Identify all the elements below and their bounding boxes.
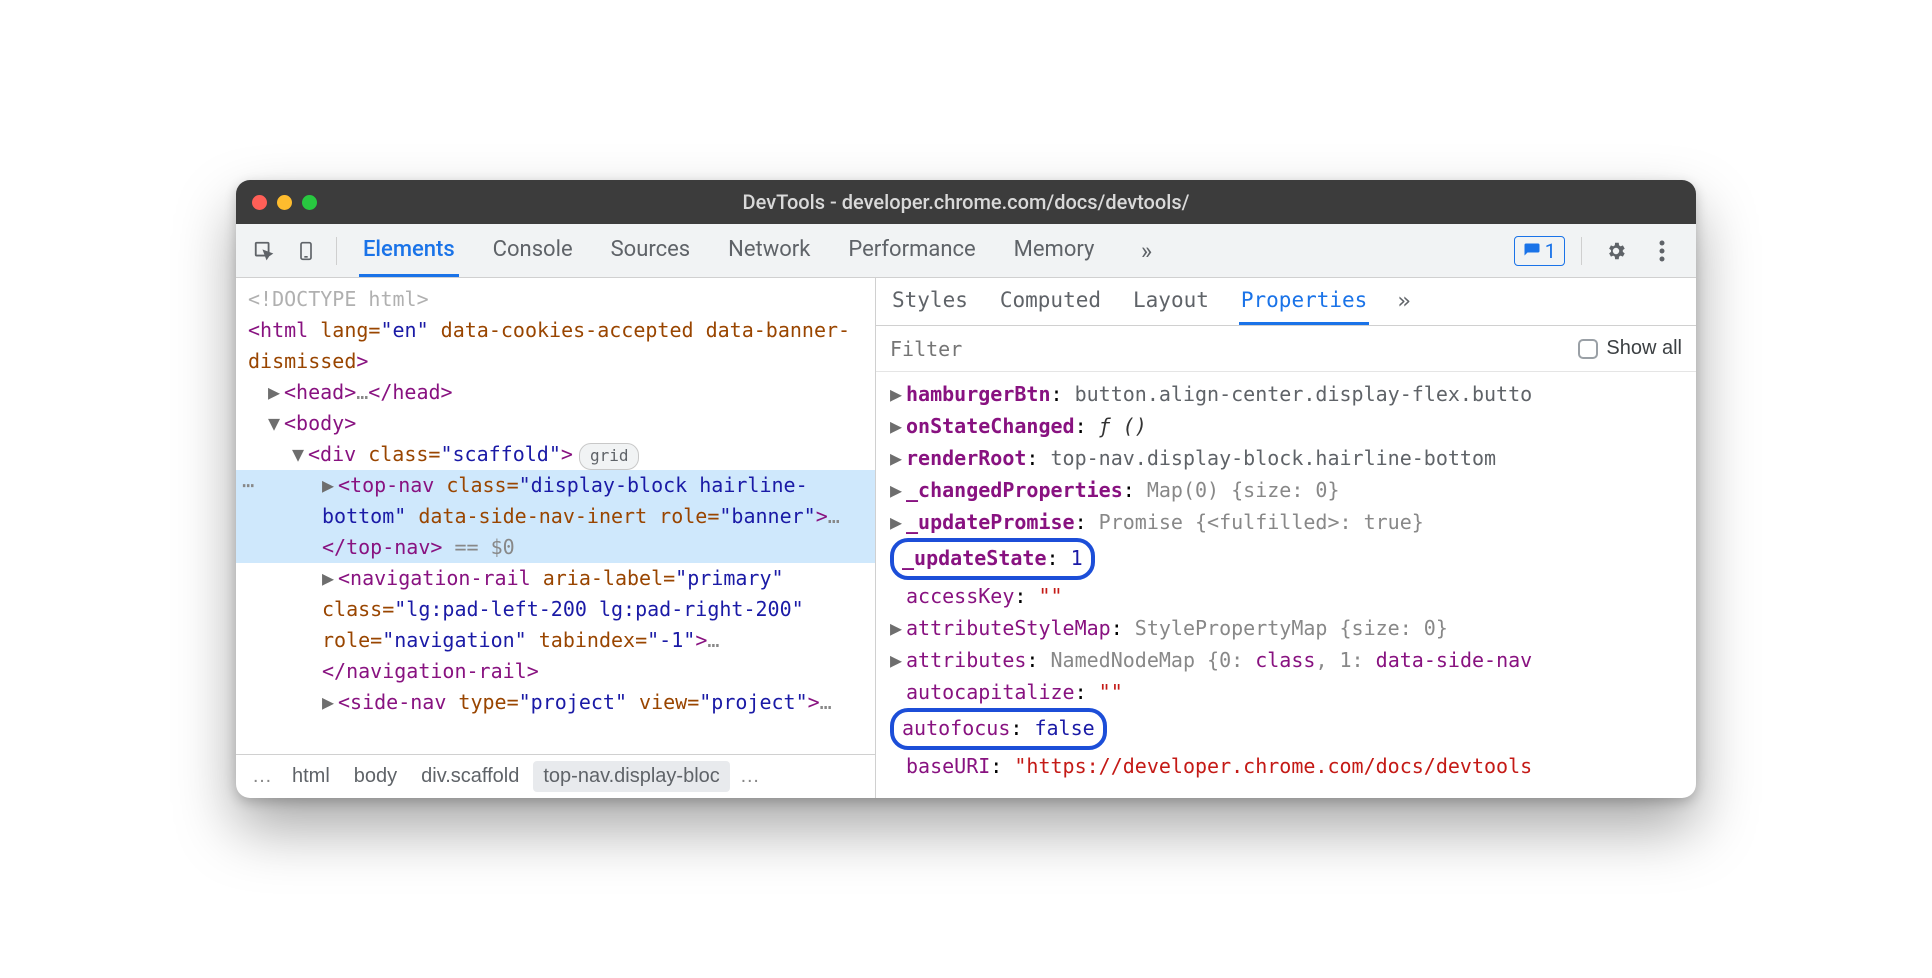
crumb-html[interactable]: html (282, 761, 340, 792)
highlight-circle: _updateState: 1 (890, 538, 1095, 580)
devtools-window: DevTools - developer.chrome.com/docs/dev… (236, 180, 1696, 798)
crumb-div-scaffold[interactable]: div.scaffold (411, 761, 529, 792)
content-area: <!DOCTYPE html> <html lang="en" data-coo… (236, 278, 1696, 798)
tab-memory[interactable]: Memory (1010, 225, 1099, 277)
dom-head[interactable]: ▶<head>…</head> (236, 377, 875, 408)
issues-count: 1 (1545, 239, 1556, 263)
main-toolbar: Elements Console Sources Network Perform… (236, 224, 1696, 278)
more-tabs-icon[interactable]: » (1128, 233, 1164, 269)
prop-hamburgerbtn[interactable]: ▶hamburgerBtn: button.align-center.displ… (876, 378, 1696, 410)
elements-panel: <!DOCTYPE html> <html lang="en" data-coo… (236, 278, 876, 798)
tab-elements[interactable]: Elements (359, 225, 459, 277)
filter-input[interactable] (890, 337, 1566, 361)
dom-doctype[interactable]: <!DOCTYPE html> (236, 284, 875, 315)
filter-bar: Show all (876, 326, 1696, 372)
subtab-styles[interactable]: Styles (890, 278, 970, 325)
close-icon[interactable] (252, 195, 267, 210)
separator (336, 237, 337, 265)
dom-div-scaffold[interactable]: ▼<div class="scaffold">grid (236, 439, 875, 470)
dom-html[interactable]: <html lang="en" data-cookies-accepted da… (236, 315, 875, 377)
settings-icon[interactable] (1598, 233, 1634, 269)
properties-list[interactable]: ▶hamburgerBtn: button.align-center.displ… (876, 372, 1696, 798)
dom-top-nav-selected[interactable]: ▶<top-nav class="display-block hairline-… (236, 470, 875, 563)
sidebar-pane: Styles Computed Layout Properties » Show… (876, 278, 1696, 798)
checkbox-icon[interactable] (1578, 339, 1598, 359)
subtab-layout[interactable]: Layout (1131, 278, 1211, 325)
prop-autocapitalize[interactable]: autocapitalize: "" (876, 676, 1696, 708)
breadcrumb: … html body div.scaffold top-nav.display… (236, 754, 875, 798)
highlight-circle: autofocus: false (890, 708, 1107, 750)
dom-navigation-rail[interactable]: ▶<navigation-rail aria-label="primary" c… (236, 563, 875, 687)
separator (1581, 237, 1582, 265)
prop-updatestate[interactable]: _updateState: 1 (876, 538, 1696, 580)
main-tabs: Elements Console Sources Network Perform… (349, 225, 1508, 277)
tab-sources[interactable]: Sources (607, 225, 695, 277)
dom-side-nav[interactable]: ▶<side-nav type="project" view="project"… (236, 687, 875, 718)
show-all-toggle[interactable]: Show all (1578, 337, 1682, 360)
window-controls (252, 195, 317, 210)
prop-updatepromise[interactable]: ▶_updatePromise: Promise {<fulfilled>: t… (876, 506, 1696, 538)
sidebar-tabs: Styles Computed Layout Properties » (876, 278, 1696, 326)
prop-attributes[interactable]: ▶attributes: NamedNodeMap {0: class, 1: … (876, 644, 1696, 676)
crumb-body[interactable]: body (344, 761, 407, 792)
maximize-icon[interactable] (302, 195, 317, 210)
inspect-icon[interactable] (246, 233, 282, 269)
breadcrumb-overflow-right[interactable]: … (734, 765, 766, 788)
prop-autofocus[interactable]: autofocus: false (876, 708, 1696, 750)
prop-changedproperties[interactable]: ▶_changedProperties: Map(0) {size: 0} (876, 474, 1696, 506)
subtab-properties[interactable]: Properties (1239, 278, 1369, 325)
prop-renderroot[interactable]: ▶renderRoot: top-nav.display-block.hairl… (876, 442, 1696, 474)
breadcrumb-overflow-left[interactable]: … (246, 765, 278, 788)
device-toggle-icon[interactable] (288, 233, 324, 269)
subtab-computed[interactable]: Computed (998, 278, 1103, 325)
prop-accesskey[interactable]: accessKey: "" (876, 580, 1696, 612)
prop-onstatechanged[interactable]: ▶onStateChanged: ƒ () (876, 410, 1696, 442)
grid-badge[interactable]: grid (579, 443, 640, 470)
show-all-label: Show all (1606, 337, 1682, 360)
prop-attributestylemap[interactable]: ▶attributeStyleMap: StylePropertyMap {si… (876, 612, 1696, 644)
dom-tree[interactable]: <!DOCTYPE html> <html lang="en" data-coo… (236, 278, 875, 754)
dom-body[interactable]: ▼<body> (236, 408, 875, 439)
tab-performance[interactable]: Performance (844, 225, 979, 277)
issues-badge[interactable]: 1 (1514, 236, 1565, 266)
tab-network[interactable]: Network (724, 225, 814, 277)
crumb-top-nav[interactable]: top-nav.display-bloc (533, 761, 729, 792)
titlebar: DevTools - developer.chrome.com/docs/dev… (236, 180, 1696, 224)
more-subtabs-icon[interactable]: » (1397, 289, 1410, 314)
window-title: DevTools - developer.chrome.com/docs/dev… (236, 190, 1696, 214)
prop-baseuri[interactable]: baseURI: "https://developer.chrome.com/d… (876, 750, 1696, 782)
minimize-icon[interactable] (277, 195, 292, 210)
tab-console[interactable]: Console (489, 225, 577, 277)
kebab-menu-icon[interactable] (1644, 233, 1680, 269)
